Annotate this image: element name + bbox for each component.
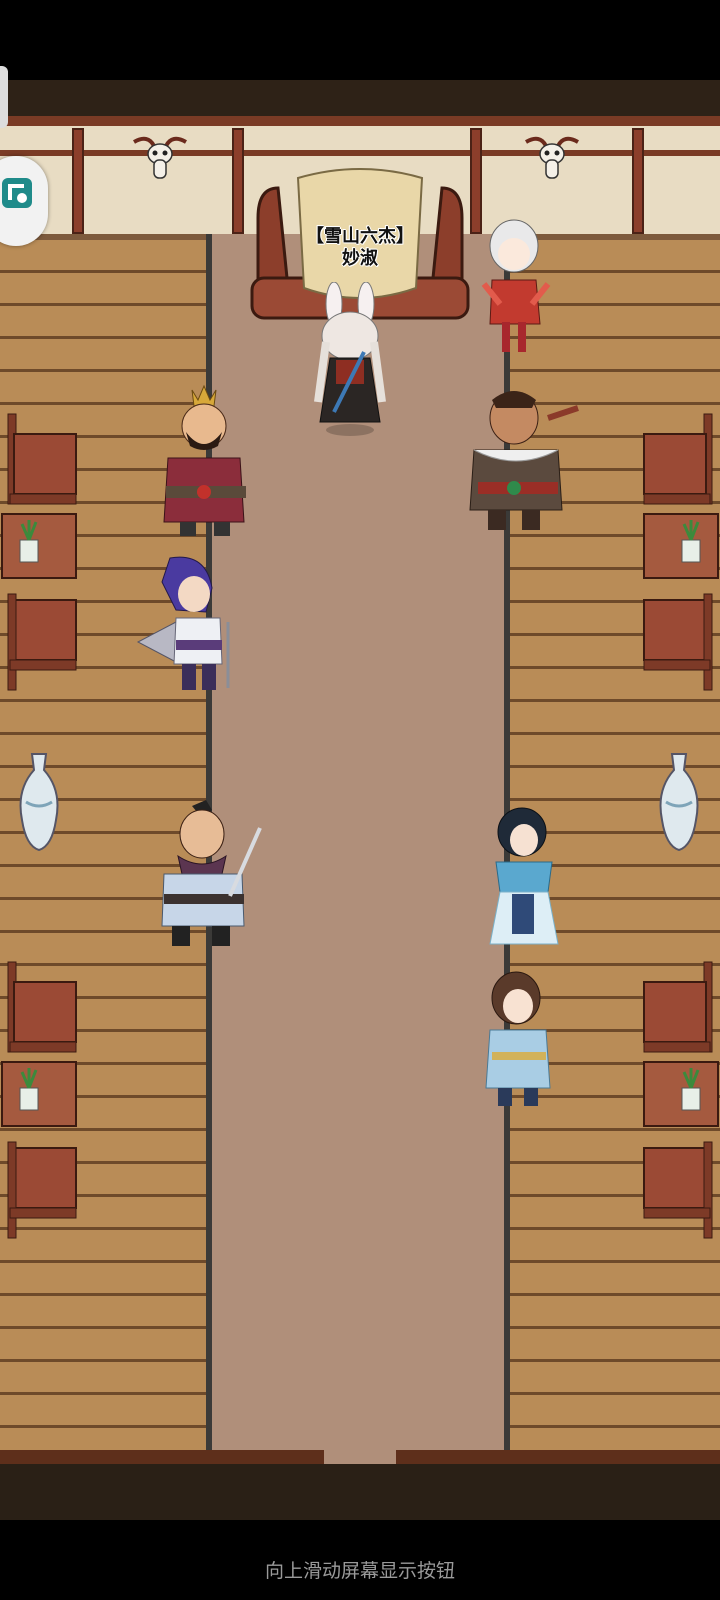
porcelain-vase-icon	[19, 753, 59, 852]
side-table-icon	[1, 513, 77, 579]
porcelain-vase-icon	[659, 753, 699, 852]
wooden-chair-icon	[643, 1141, 713, 1239]
young-maiden-icon[interactable]	[480, 968, 562, 1112]
swipe-up-hint: 向上滑动屏幕显示按钮	[264, 1560, 455, 1582]
wooden-chair-icon	[7, 413, 77, 505]
side-table-icon	[643, 1061, 719, 1127]
assistant-logo-icon	[2, 178, 32, 208]
boss-name: 妙淑	[342, 248, 378, 269]
rabbit-ear-swordswoman-icon[interactable]	[304, 282, 396, 442]
side-table-icon	[643, 513, 719, 579]
status-bar	[0, 0, 720, 80]
wooden-chair-icon	[7, 961, 77, 1053]
hall-ceiling	[0, 80, 720, 116]
bull-skull-icon	[133, 136, 187, 179]
wall-pillar	[232, 128, 244, 234]
hall-bottom-shadow	[0, 1464, 720, 1520]
wooden-chair-icon	[643, 593, 713, 691]
purple-hair-swordsman-icon[interactable]	[136, 552, 240, 696]
crowned-general-icon[interactable]	[158, 382, 256, 540]
white-hair-warrior-icon[interactable]	[474, 214, 558, 358]
doorway	[324, 1444, 396, 1464]
wooden-chair-icon	[643, 413, 713, 505]
wooden-chair-icon	[7, 593, 77, 691]
bandit-chief-icon[interactable]	[458, 378, 584, 538]
boss-nameplate: 【雪山六杰】 妙淑	[300, 226, 420, 270]
wooden-chair-icon	[643, 961, 713, 1053]
wooden-chair-icon	[7, 1141, 77, 1239]
floating-assistant-button[interactable]	[0, 156, 48, 246]
bull-skull-icon	[525, 136, 579, 179]
wall-pillar	[632, 128, 644, 234]
blue-robe-lady-icon[interactable]	[488, 804, 562, 954]
wall-rail	[0, 150, 720, 156]
boss-title: 【雪山六杰】	[306, 226, 414, 247]
scarf-swordsman-icon[interactable]	[156, 800, 268, 950]
screen-edge-handle[interactable]	[0, 66, 8, 128]
side-table-icon	[1, 1061, 77, 1127]
wall-pillar	[72, 128, 84, 234]
ceiling-trim	[0, 116, 720, 126]
